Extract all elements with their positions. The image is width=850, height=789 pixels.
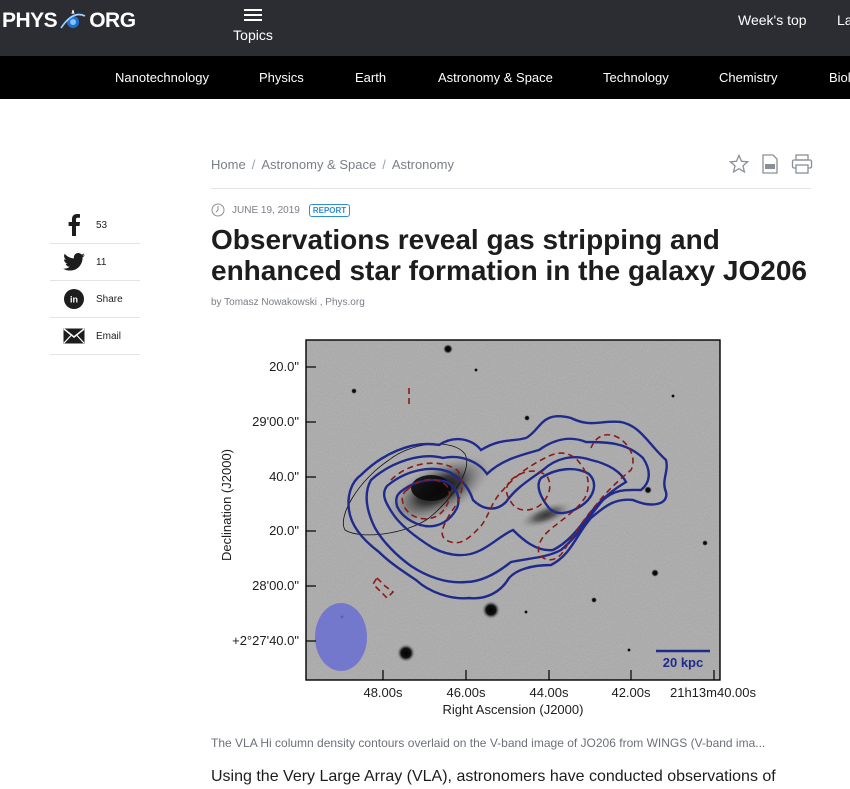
print-icon[interactable]	[791, 154, 813, 179]
share-linkedin[interactable]: in Share	[50, 281, 140, 318]
scale-label: 20 kpc	[663, 655, 703, 670]
article-lede: Using the Very Large Array (VLA), astron…	[211, 768, 776, 785]
ytick-label: 29'00.0"	[252, 414, 299, 429]
article-date: JUNE 19, 2019	[232, 204, 300, 216]
globe-icon	[58, 8, 88, 34]
nav-earth[interactable]: Earth	[355, 70, 386, 85]
breadcrumb-home[interactable]: Home	[211, 157, 246, 172]
clock-icon	[211, 203, 225, 217]
share-twitter[interactable]: 11	[50, 244, 140, 281]
nav-biology[interactable]: Biol	[829, 70, 850, 85]
email-icon	[54, 328, 94, 344]
article-byline[interactable]: by Tomasz Nowakowski , Phys.org	[211, 297, 365, 308]
x-axis-label: Right Ascension (J2000)	[443, 702, 584, 717]
ytick-label: 40.0"	[269, 469, 299, 484]
beam-ellipse	[315, 603, 367, 671]
weeks-top-link[interactable]: Week's top	[738, 12, 807, 28]
breadcrumb-astronomy[interactable]: Astronomy	[392, 157, 454, 172]
category-nav: Nanotechnology Physics Earth Astronomy &…	[0, 56, 850, 99]
pdf-icon[interactable]	[761, 154, 779, 179]
hamburger-icon	[244, 4, 262, 21]
article-meta: JUNE 19, 2019 REPORT	[211, 203, 351, 217]
twitter-count: 11	[96, 256, 107, 268]
site-logo[interactable]: PHYS ORG	[2, 8, 136, 34]
xtick-label: 46.00s	[446, 685, 486, 700]
galaxy-contour-figure: 20 kpc 20.0" 29'00.0" 40.0" 20.0" 28'00.…	[219, 339, 757, 717]
linkedin-label: Share	[96, 293, 123, 305]
report-badge[interactable]: REPORT	[308, 203, 351, 217]
article-title-line2: enhanced star formation in the galaxy JO…	[211, 255, 807, 286]
nav-nanotechnology[interactable]: Nanotechnology	[115, 70, 209, 85]
y-axis-label: Declination (J2000)	[219, 449, 234, 561]
linkedin-icon: in	[54, 289, 94, 309]
breadcrumb-separator: /	[382, 157, 386, 172]
article-title-line1: Observations reveal gas stripping and	[211, 224, 720, 255]
facebook-icon	[54, 214, 94, 236]
topics-menu-button[interactable]: Topics	[232, 4, 274, 43]
xtick-label: 42.00s	[611, 685, 651, 700]
breadcrumb-divider	[211, 188, 811, 189]
nav-technology[interactable]: Technology	[603, 70, 669, 85]
bookmark-star-icon[interactable]	[728, 153, 750, 179]
xtick-label: 21h13m40.00s	[670, 685, 757, 700]
svg-text:in: in	[70, 295, 78, 305]
latest-link[interactable]: La	[837, 12, 850, 28]
email-label: Email	[96, 330, 122, 342]
share-bar: 53 11 in Share Email	[50, 207, 140, 355]
ytick-label: 20.0"	[269, 359, 299, 374]
ytick-label: 20.0"	[269, 523, 299, 538]
logo-text-left: PHYS	[2, 9, 58, 32]
ytick-label: 28'00.0"	[252, 578, 299, 593]
image-caption[interactable]: The VLA Hi column density contours overl…	[211, 736, 811, 750]
article-title: Observations reveal gas stripping and en…	[211, 224, 831, 286]
xtick-label: 44.00s	[529, 685, 569, 700]
article-image[interactable]: 20 kpc 20.0" 29'00.0" 40.0" 20.0" 28'00.…	[211, 330, 811, 725]
top-header: PHYS ORG Topics Week's top La	[0, 0, 850, 56]
topics-label: Topics	[233, 27, 273, 43]
logo-text-right: ORG	[89, 9, 136, 32]
v-band-image: 20 kpc	[306, 340, 720, 680]
share-email[interactable]: Email	[50, 318, 140, 355]
breadcrumb-separator: /	[251, 157, 256, 172]
facebook-count: 53	[96, 219, 108, 231]
nav-physics[interactable]: Physics	[259, 70, 304, 85]
breadcrumb-astronomy-space[interactable]: Astronomy & Space	[261, 157, 376, 172]
nav-astronomy-space[interactable]: Astronomy & Space	[438, 70, 553, 85]
share-facebook[interactable]: 53	[50, 207, 140, 244]
nav-chemistry[interactable]: Chemistry	[719, 70, 778, 85]
article-tools	[728, 153, 813, 179]
breadcrumb: Home / Astronomy & Space / Astronomy	[211, 157, 454, 172]
xtick-label: 48.00s	[363, 685, 403, 700]
ytick-label: +2°27'40.0"	[232, 633, 299, 648]
twitter-icon	[54, 253, 94, 271]
